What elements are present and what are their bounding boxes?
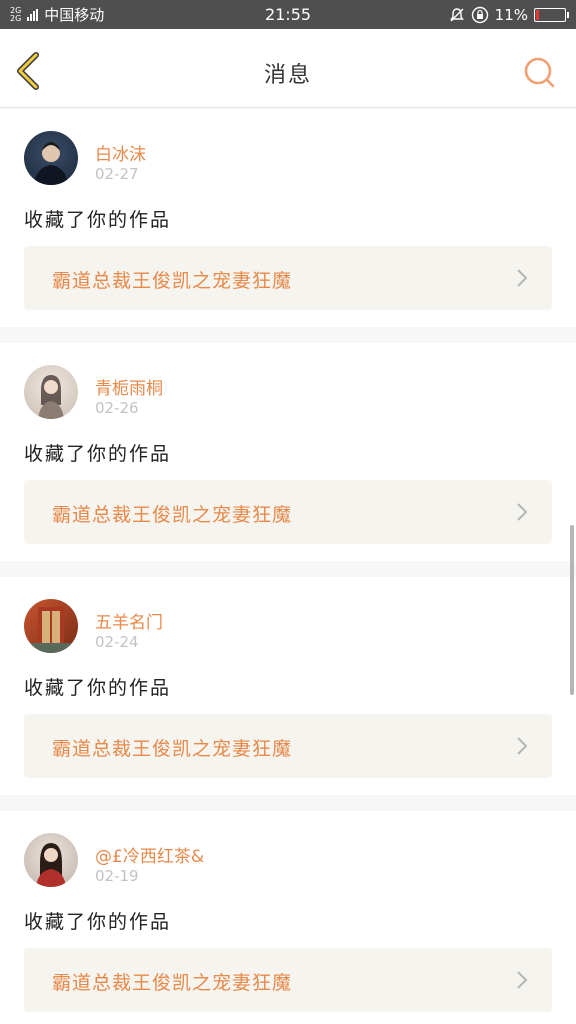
- work-title: 霸道总裁王俊凯之宠妻狂魔: [52, 972, 293, 994]
- message-list: 白冰沫 02-27 收藏了你的作品 霸道总裁王俊凯之宠妻狂魔 青栀雨桐 02-2…: [0, 109, 576, 1024]
- work-title: 霸道总裁王俊凯之宠妻狂魔: [52, 504, 293, 526]
- message-card: 白冰沫 02-27 收藏了你的作品 霸道总裁王俊凯之宠妻狂魔: [0, 109, 576, 327]
- action-text: 收藏了你的作品: [24, 677, 172, 699]
- username[interactable]: 白冰沫: [95, 140, 146, 165]
- signal-icon: [27, 8, 39, 21]
- work-title: 霸道总裁王俊凯之宠妻狂魔: [52, 270, 293, 292]
- status-right: 11%: [449, 5, 569, 24]
- message-date: 02-19: [95, 867, 139, 885]
- avatar[interactable]: [24, 365, 78, 419]
- network-type: 2G 2G: [10, 6, 22, 23]
- mute-bell-icon: [449, 7, 464, 21]
- work-link[interactable]: 霸道总裁王俊凯之宠妻狂魔: [24, 246, 552, 310]
- clock: 21:55: [264, 5, 312, 24]
- message-date: 02-26: [95, 399, 139, 417]
- rotation-lock-icon: [471, 6, 488, 23]
- username[interactable]: 五羊名门: [95, 608, 163, 633]
- chevron-right-icon: [517, 269, 528, 287]
- work-link[interactable]: 霸道总裁王俊凯之宠妻狂魔: [24, 480, 552, 544]
- action-text: 收藏了你的作品: [24, 911, 172, 933]
- scrollbar[interactable]: [570, 525, 574, 695]
- work-link[interactable]: 霸道总裁王俊凯之宠妻狂魔: [24, 948, 552, 1012]
- chevron-right-icon: [517, 503, 528, 521]
- app-header: 消息: [0, 29, 576, 108]
- message-card: @£冷西红茶& 02-19 收藏了你的作品 霸道总裁王俊凯之宠妻狂魔: [0, 811, 576, 1024]
- status-left: 2G 2G 中国移动: [10, 4, 104, 25]
- action-text: 收藏了你的作品: [24, 209, 172, 231]
- work-link[interactable]: 霸道总裁王俊凯之宠妻狂魔: [24, 714, 552, 778]
- search-button[interactable]: [522, 55, 556, 89]
- avatar[interactable]: [24, 599, 78, 653]
- chevron-right-icon: [517, 737, 528, 755]
- username[interactable]: @£冷西红茶&: [95, 842, 204, 867]
- battery-level: [536, 9, 540, 20]
- chevron-right-icon: [517, 971, 528, 989]
- avatar[interactable]: [24, 833, 78, 887]
- battery-icon: [534, 7, 569, 22]
- page-title: 消息: [263, 63, 312, 88]
- carrier-name: 中国移动: [44, 6, 105, 24]
- avatar[interactable]: [24, 131, 78, 185]
- message-card: 五羊名门 02-24 收藏了你的作品 霸道总裁王俊凯之宠妻狂魔: [0, 577, 576, 795]
- message-date: 02-27: [95, 165, 139, 183]
- battery-percent: 11%: [494, 5, 528, 24]
- username[interactable]: 青栀雨桐: [95, 374, 163, 399]
- search-icon: [524, 57, 555, 88]
- message-card: 青栀雨桐 02-26 收藏了你的作品 霸道总裁王俊凯之宠妻狂魔: [0, 343, 576, 561]
- message-date: 02-24: [95, 633, 139, 651]
- network-label-2: 2G: [10, 13, 22, 23]
- action-text: 收藏了你的作品: [24, 443, 172, 465]
- status-bar: 2G 2G 中国移动 21:55 11%: [0, 0, 576, 29]
- work-title: 霸道总裁王俊凯之宠妻狂魔: [52, 738, 293, 760]
